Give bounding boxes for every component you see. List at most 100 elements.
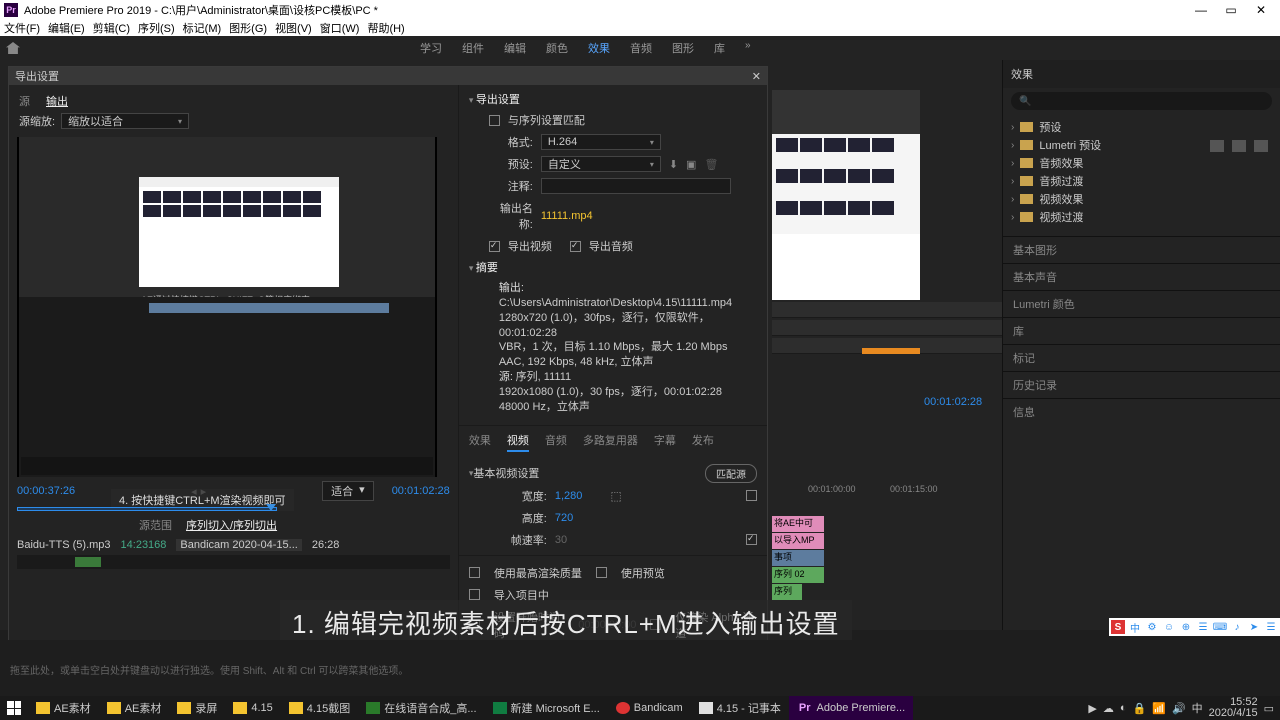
tree-presets[interactable]: 预设	[1011, 118, 1272, 136]
tab-source[interactable]: 源	[19, 93, 30, 109]
ws-more-icon[interactable]: »	[745, 40, 751, 56]
import-project-checkbox[interactable]	[469, 589, 480, 600]
link-dimensions-icon[interactable]: ⬚	[610, 489, 621, 503]
comment-input[interactable]	[541, 178, 731, 194]
system-tray[interactable]: ▶ ☁ ◐ 🔒 📶 🔊 中 15:522020/4/15 ▭	[1082, 697, 1280, 719]
ws-color[interactable]: 颜色	[546, 40, 568, 56]
width-match-checkbox[interactable]	[746, 490, 757, 501]
tray-notifications-icon[interactable]: ▭	[1264, 702, 1274, 715]
taskbar-item[interactable]: 录屏	[169, 696, 225, 720]
output-name-link[interactable]: 11111.mp4	[541, 210, 593, 222]
taskbar-item[interactable]: AE素材	[28, 696, 99, 720]
start-button[interactable]	[0, 696, 28, 720]
ws-graphics[interactable]: 图形	[672, 40, 694, 56]
save-preset-icon[interactable]: ⬇	[669, 158, 678, 171]
preset-select[interactable]: 自定义▾	[541, 156, 661, 172]
tray-icon[interactable]: 📶	[1152, 702, 1166, 715]
bg-clip[interactable]: 序列 02	[772, 567, 824, 583]
tab-fx[interactable]: 效果	[469, 432, 491, 452]
tray-icon[interactable]: ▶	[1088, 702, 1096, 715]
basic-video-head[interactable]: 基本视频设置 匹配源	[469, 462, 757, 485]
tab-video[interactable]: 视频	[507, 432, 529, 452]
clip-name[interactable]: Baidu-TTS (5).mp3	[17, 539, 111, 551]
ime-tool-icon[interactable]: ⌨	[1213, 620, 1227, 634]
delete-preset-icon[interactable]: 🗑	[704, 158, 718, 171]
ime-tool-icon[interactable]: ☰	[1196, 620, 1210, 634]
match-source-button[interactable]: 匹配源	[705, 464, 757, 483]
ime-logo-icon[interactable]: S	[1111, 620, 1125, 634]
minimize-button[interactable]: —	[1186, 1, 1216, 19]
taskbar-item[interactable]: 4.15截图	[281, 696, 358, 720]
ws-libs[interactable]: 库	[714, 40, 725, 56]
taskbar-item[interactable]: 新建 Microsoft E...	[485, 696, 608, 720]
format-select[interactable]: H.264▾	[541, 134, 661, 150]
tab-output[interactable]: 输出	[46, 93, 68, 109]
panel-lumetri[interactable]: Lumetri 颜色	[1003, 290, 1280, 317]
ime-tool-icon[interactable]: ⚙	[1145, 620, 1159, 634]
summary-head[interactable]: 摘要	[469, 257, 757, 277]
ws-audio[interactable]: 音频	[630, 40, 652, 56]
menu-sequence[interactable]: 序列(S)	[138, 20, 175, 36]
fit-select[interactable]: 适合▾	[322, 481, 374, 501]
export-audio-checkbox[interactable]	[570, 241, 581, 252]
ws-learn[interactable]: 学习	[420, 40, 442, 56]
ime-tool-icon[interactable]: ♪	[1230, 620, 1244, 634]
timecode-left[interactable]: 00:00:37:26	[17, 485, 75, 497]
ime-tool-icon[interactable]: ➤	[1247, 620, 1261, 634]
taskbar-item-active[interactable]: PrAdobe Premiere...	[789, 696, 913, 720]
import-preset-icon[interactable]: ▣	[686, 158, 696, 171]
match-sequence-checkbox[interactable]	[489, 115, 500, 126]
panel-history[interactable]: 历史记录	[1003, 371, 1280, 398]
tray-icon[interactable]: 🔒	[1133, 702, 1147, 715]
tab-mux[interactable]: 多路复用器	[583, 432, 638, 452]
tab-audio[interactable]: 音频	[545, 432, 567, 452]
dialog-close-button[interactable]: ✕	[752, 70, 761, 83]
tree-video-trans[interactable]: 视频过渡	[1011, 208, 1272, 226]
taskbar-item[interactable]: 4.15	[225, 696, 280, 720]
eff-filter-icon[interactable]	[1254, 140, 1268, 152]
ime-lang-icon[interactable]: 中	[1128, 620, 1142, 634]
tab-publish[interactable]: 发布	[692, 432, 714, 452]
bg-clip[interactable]: 事项	[772, 550, 824, 566]
height-value[interactable]: 720	[555, 512, 573, 524]
bg-clip[interactable]: 序列	[772, 584, 802, 600]
menu-help[interactable]: 帮助(H)	[367, 20, 404, 36]
taskbar-item[interactable]: AE素材	[99, 696, 170, 720]
taskbar-item[interactable]: 在线语音合成_高...	[358, 696, 484, 720]
close-button[interactable]: ✕	[1246, 1, 1276, 19]
source-range-select[interactable]: 序列切入/序列切出	[186, 517, 277, 533]
export-video-checkbox[interactable]	[489, 241, 500, 252]
tray-icon[interactable]: ◐	[1120, 702, 1127, 714]
panel-graphics[interactable]: 基本图形	[1003, 236, 1280, 263]
panel-markers[interactable]: 标记	[1003, 344, 1280, 371]
panel-info[interactable]: 信息	[1003, 398, 1280, 425]
export-settings-head[interactable]: 导出设置	[469, 89, 757, 109]
ime-tool-icon[interactable]: ☺	[1162, 620, 1176, 634]
taskbar-item[interactable]: Bandicam	[608, 696, 691, 720]
max-quality-checkbox[interactable]	[469, 567, 480, 578]
ws-edit[interactable]: 编辑	[504, 40, 526, 56]
dialog-titlebar[interactable]: 导出设置 ✕	[9, 67, 767, 85]
menu-file[interactable]: 文件(F)	[4, 20, 40, 36]
fps-match-checkbox[interactable]	[746, 534, 757, 545]
tab-captions[interactable]: 字幕	[654, 432, 676, 452]
audio-track[interactable]	[17, 555, 450, 569]
menu-graphics[interactable]: 图形(G)	[229, 20, 267, 36]
ws-effects[interactable]: 效果	[588, 40, 610, 56]
tray-clock[interactable]: 15:522020/4/15	[1209, 697, 1258, 719]
tree-audio-fx[interactable]: 音频效果	[1011, 154, 1272, 172]
bg-clip[interactable]: 将AE中可	[772, 516, 824, 532]
menu-marker[interactable]: 标记(M)	[183, 20, 222, 36]
tray-icon[interactable]: ☁	[1103, 702, 1114, 715]
use-preview-checkbox[interactable]	[596, 567, 607, 578]
tree-audio-trans[interactable]: 音频过渡	[1011, 172, 1272, 190]
tray-ime[interactable]: 中	[1192, 700, 1203, 716]
ws-assembly[interactable]: 组件	[462, 40, 484, 56]
clip-name[interactable]: Bandicam 2020-04-15...	[176, 539, 301, 551]
taskbar-item[interactable]: 4.15 - 记事本	[691, 696, 789, 720]
ime-tool-icon[interactable]: ☰	[1264, 620, 1278, 634]
scale-select[interactable]: 缩放以适合▾	[61, 113, 189, 129]
menu-window[interactable]: 窗口(W)	[320, 20, 360, 36]
bg-clip[interactable]: 以导入MP	[772, 533, 824, 549]
preview-scrubber[interactable]	[17, 507, 277, 511]
